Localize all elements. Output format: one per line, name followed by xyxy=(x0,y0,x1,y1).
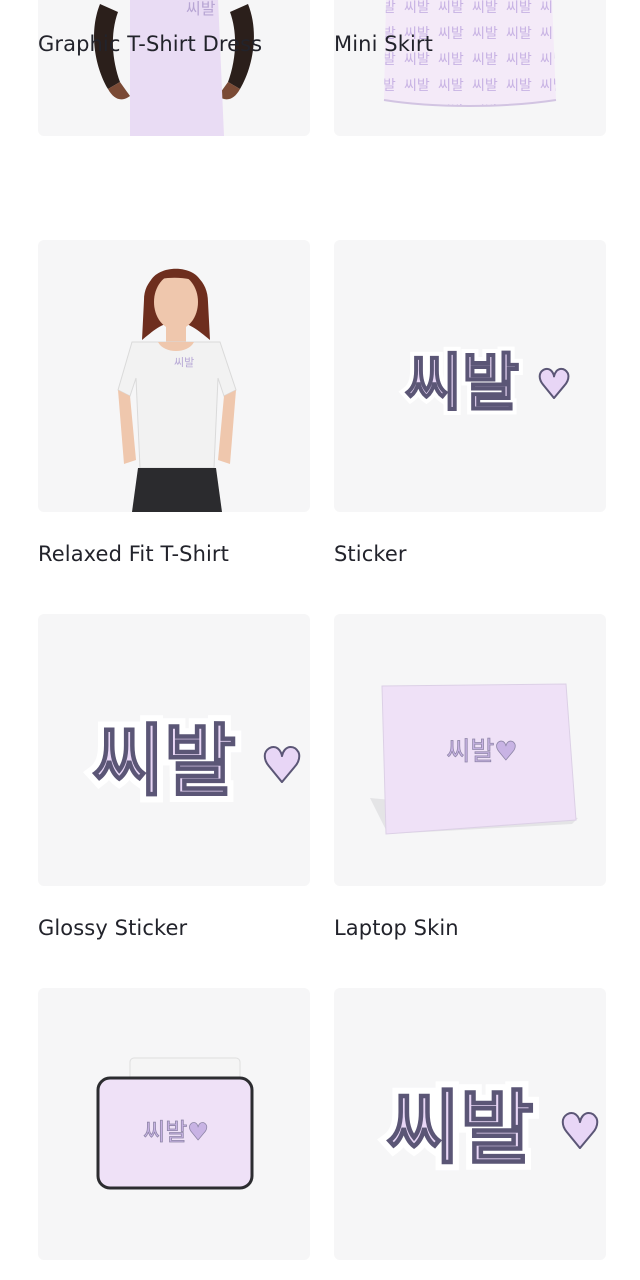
product-title[interactable]: Graphic T-Shirt Dress xyxy=(38,32,262,56)
product-image-laptop-skin[interactable]: 씨발♥ xyxy=(334,614,606,886)
product-image-relaxed-fit-t-shirt[interactable]: 씨발 xyxy=(38,240,310,512)
product-image-sticker[interactable]: 씨발 씨발 ♥ xyxy=(334,240,606,512)
product-title[interactable]: Relaxed Fit T-Shirt xyxy=(38,542,229,566)
product-image-graphic-t-shirt-dress[interactable]: 씨발 xyxy=(38,0,310,136)
svg-text:♥: ♥ xyxy=(260,738,303,794)
product-image-glossy-sticker[interactable]: 씨발 씨발 ♥ xyxy=(38,614,310,886)
product-title[interactable]: Glossy Sticker xyxy=(38,916,187,940)
svg-text:씨발: 씨발 xyxy=(386,1082,533,1175)
svg-text:씨발: 씨발 xyxy=(92,717,236,807)
svg-text:씨발♥: 씨발♥ xyxy=(446,737,517,767)
product-image-sticker[interactable]: 씨발 씨발 ♥ xyxy=(334,988,606,1260)
svg-text:♥: ♥ xyxy=(558,1104,601,1160)
product-title[interactable]: Laptop Skin xyxy=(334,916,459,940)
svg-text:♥: ♥ xyxy=(536,362,572,408)
svg-text:씨발: 씨발 xyxy=(405,346,519,419)
product-grid: 씨발 Graphic T-Shirt Dress 씨발 Mini Skirt xyxy=(0,0,640,1280)
product-image-laptop-sleeve[interactable]: 씨발♥ xyxy=(38,988,310,1260)
svg-text:씨발: 씨발 xyxy=(174,356,194,369)
svg-text:씨발: 씨발 xyxy=(186,0,216,18)
product-title[interactable]: Mini Skirt xyxy=(334,32,433,56)
product-image-mini-skirt[interactable]: 씨발 xyxy=(334,0,606,136)
svg-text:씨발♥: 씨발♥ xyxy=(143,1118,209,1146)
product-title[interactable]: Sticker xyxy=(334,542,407,566)
